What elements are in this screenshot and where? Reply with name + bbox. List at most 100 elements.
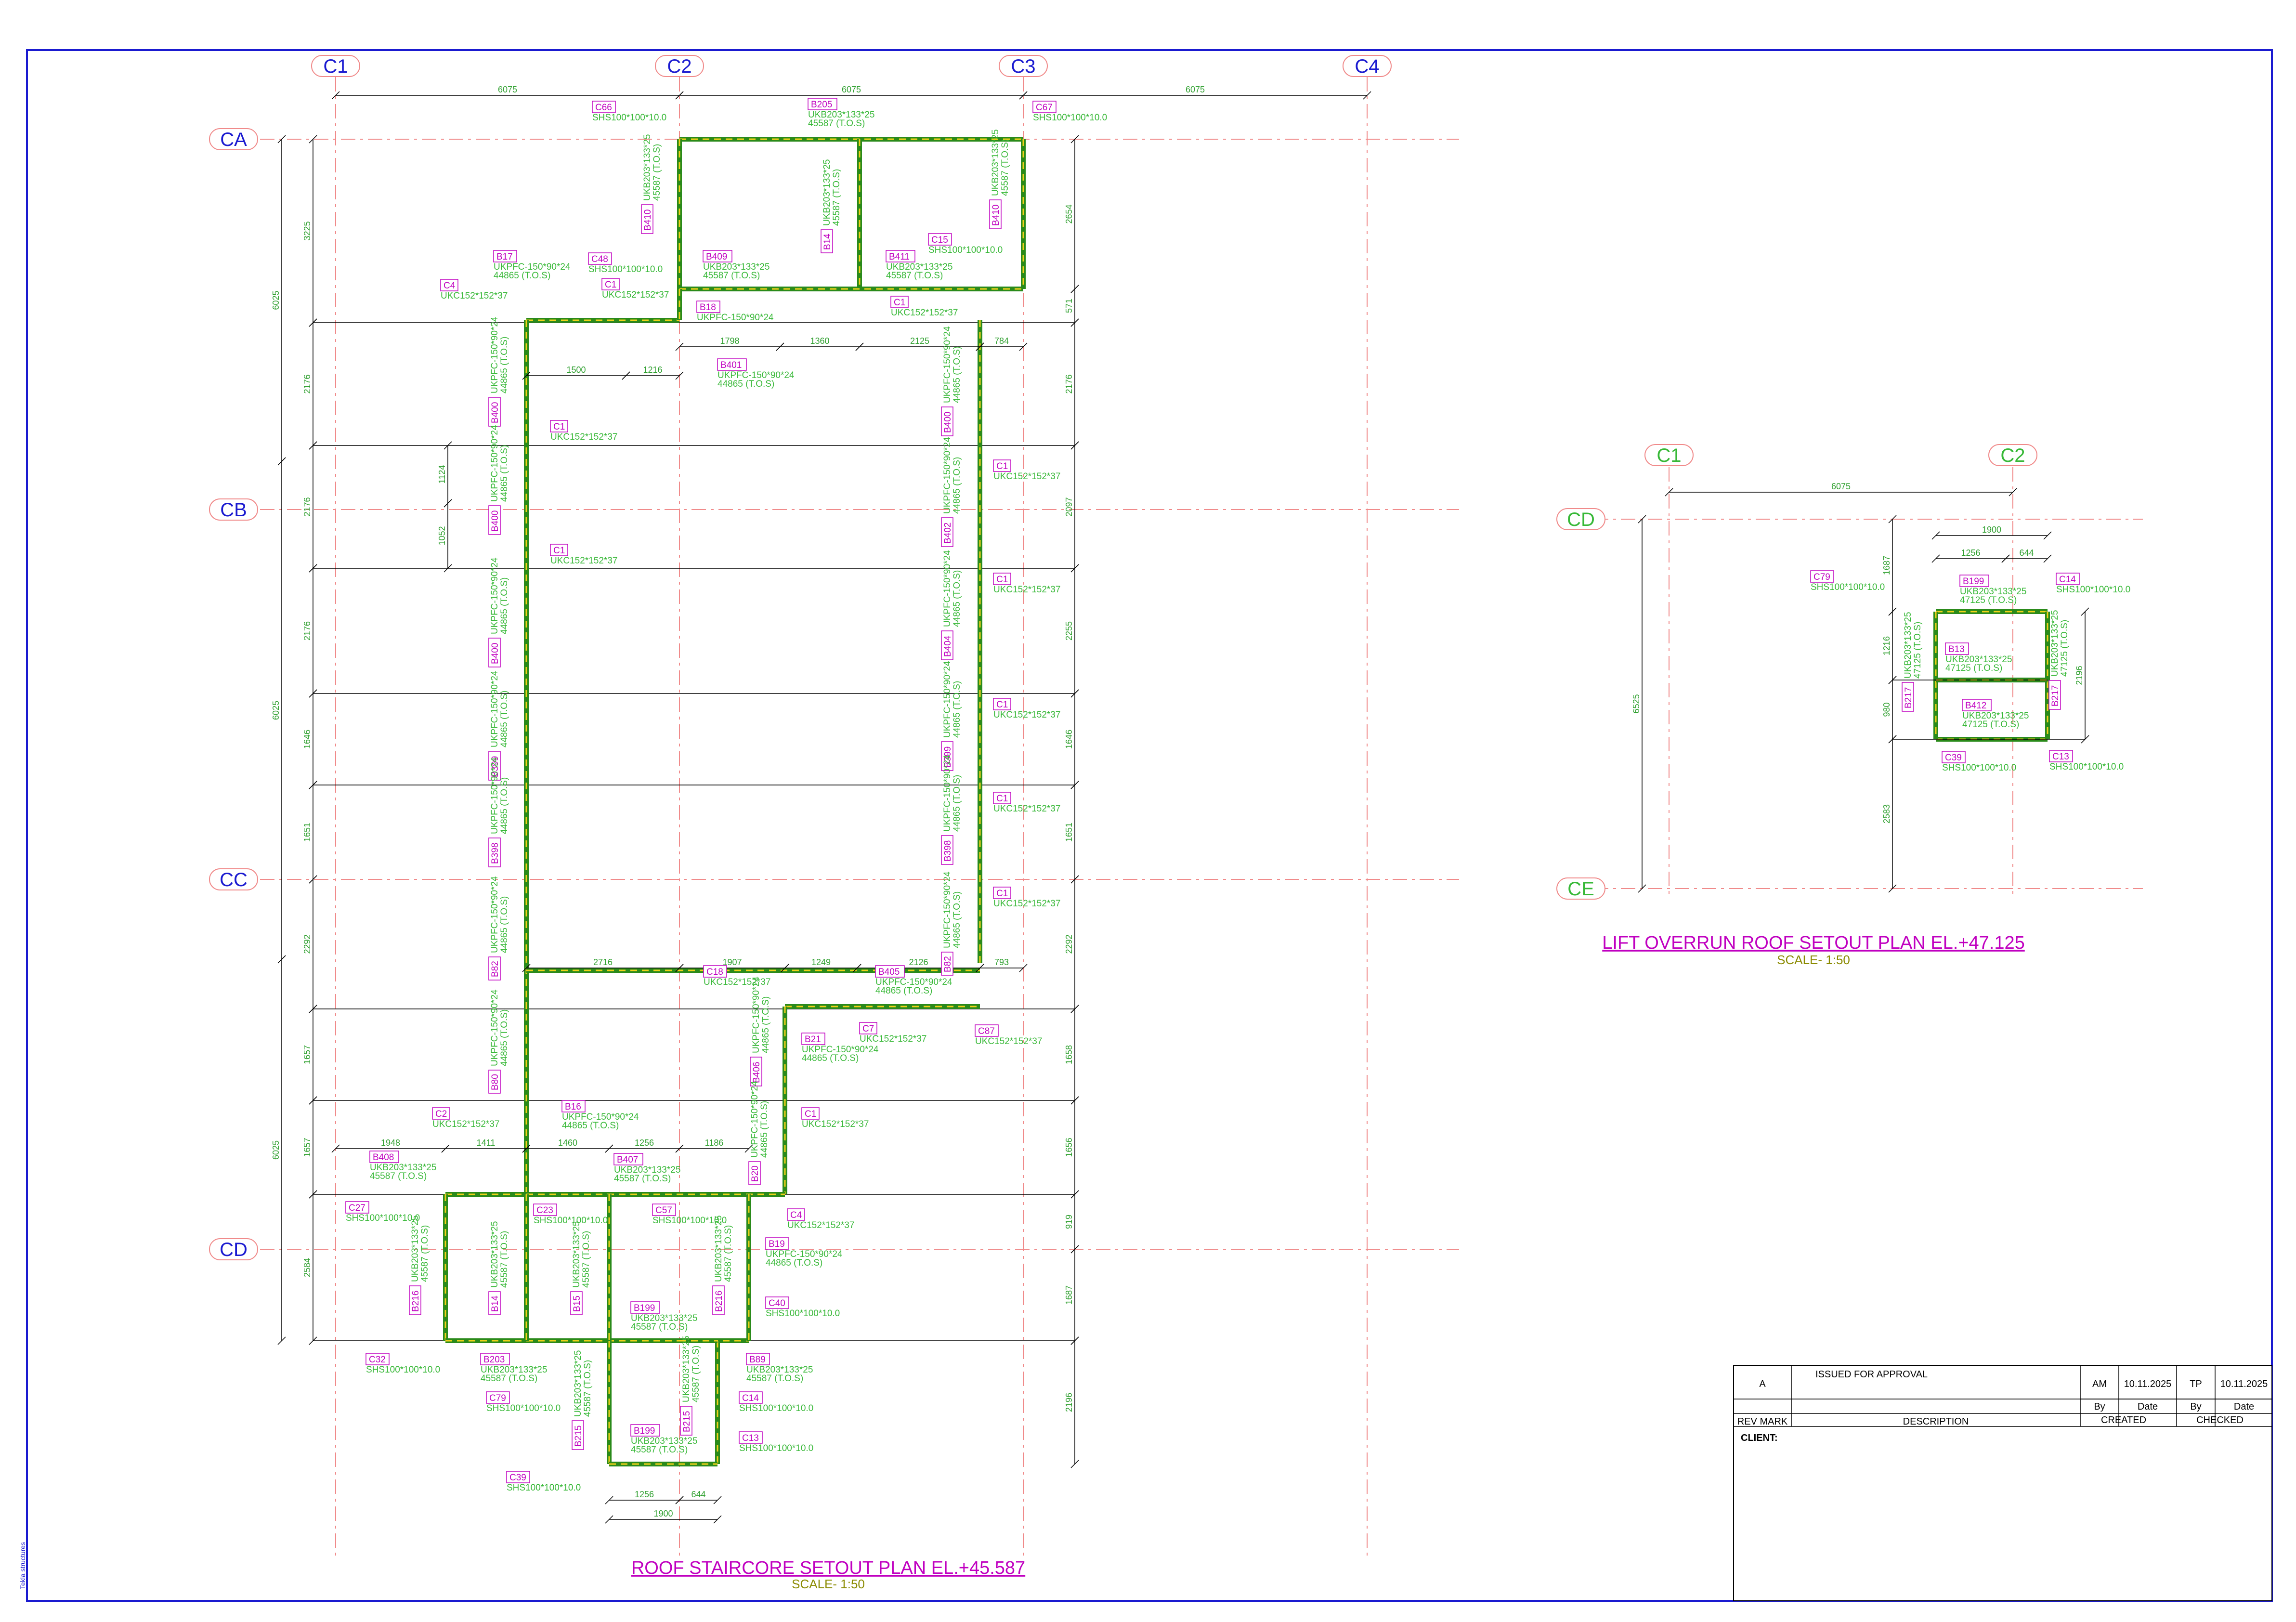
member-level: 47125 (T.O.S)	[1913, 622, 1923, 679]
member-tag: B412	[1965, 701, 1986, 711]
member-tag: C23	[536, 1205, 553, 1216]
inner-dim: 1798	[720, 336, 739, 346]
member-tag: B400	[490, 643, 500, 664]
right-dim: 1687	[1064, 1285, 1074, 1305]
member-level: 47125 (T.O.S)	[2060, 620, 2070, 677]
box-dim: 1687	[1882, 556, 1892, 575]
member-level: 44865 (T.O.S)	[562, 1121, 619, 1131]
description: ISSUED FOR APPROVAL	[1815, 1369, 1928, 1380]
member-section: SHS100*100*10.0	[739, 1403, 813, 1413]
member-level: 45587 (T.O.S)	[420, 1225, 430, 1282]
member-tag: B199	[634, 1303, 655, 1313]
checked-label: CHECKED	[2196, 1415, 2244, 1426]
member-tag: B408	[373, 1152, 394, 1163]
member-level: 44865 (T.O.S)	[499, 896, 509, 953]
member-section: SHS100*100*10.0	[1942, 763, 2016, 773]
member-level: 44865 (T.O.S)	[875, 986, 932, 996]
left-minor-dim: 2176	[302, 497, 312, 516]
by-label: By	[2094, 1401, 2105, 1412]
member-section: UKC152*152*37	[993, 585, 1060, 595]
grid-row-CB: CB	[220, 499, 247, 521]
member-tag: B400	[490, 402, 500, 423]
member-tag: C79	[1813, 572, 1830, 582]
grid-col-C2: C2	[667, 56, 691, 77]
member-level: 44865 (T.O.S)	[952, 346, 962, 403]
member-section: UKPFC-150*90*24	[697, 313, 774, 323]
member-tag: B17	[496, 252, 513, 262]
member-level: 44865 (T.O.S)	[802, 1053, 859, 1063]
member-tag: B82	[490, 961, 500, 977]
left-minor-dim: 2176	[302, 374, 312, 393]
left-minor-dim: 2292	[302, 934, 312, 954]
member-section: UKPFC-150*90*24	[490, 557, 500, 634]
client-label: CLIENT:	[1741, 1433, 1778, 1443]
member-tag: B82	[943, 956, 953, 972]
member-section: SHS100*100*10.0	[928, 245, 1003, 255]
member-tag: C4	[444, 281, 456, 291]
member-tag: C15	[931, 235, 948, 245]
member-level: 44865 (T.O.S)	[952, 775, 962, 832]
member-level: 45587 (T.O.S)	[631, 1322, 688, 1332]
member-level: 47125 (T.O.S)	[1945, 663, 2002, 673]
member-tag: C48	[591, 254, 608, 264]
left-minor-dim: 1646	[302, 730, 312, 749]
member-section: UKC152*152*37	[993, 804, 1060, 814]
member-level: 45587 (T.O.S)	[583, 1360, 593, 1417]
box-dim: 2196	[2074, 666, 2084, 685]
date-label: Date	[2138, 1401, 2158, 1412]
right-dim: 2097	[1064, 497, 1074, 516]
member-level: 45587 (T.O.S)	[886, 271, 943, 281]
member-tag: B411	[889, 252, 910, 262]
member-tag: B19	[769, 1239, 785, 1249]
member-section: UKC152*152*37	[993, 899, 1060, 909]
member-level: 44865 (T.O.S)	[499, 1009, 509, 1066]
member-tag: C1	[996, 575, 1008, 585]
member-section: UKC152*152*37	[550, 556, 617, 566]
inner-dim: 784	[994, 336, 1009, 346]
member-tag: C14	[742, 1393, 759, 1403]
member-section: UKC152*152*37	[860, 1034, 926, 1044]
member-section: UKC152*152*37	[550, 432, 617, 442]
member-section: UKB203*133*25	[642, 134, 652, 201]
top-dim: 6075	[1831, 482, 1851, 491]
inner-dim: 644	[691, 1490, 705, 1499]
inner-dim: 2125	[910, 336, 929, 346]
by-label: By	[2190, 1401, 2201, 1412]
member-tag: B407	[617, 1155, 638, 1165]
member-level: 47125 (T.O.S)	[1962, 719, 2019, 730]
title-block: A ISSUED FOR APPROVAL AM 10.11.2025 TP 10.11.…	[1733, 1365, 2272, 1601]
inner-dim: 1186	[705, 1138, 724, 1148]
checked-by: TP	[2190, 1379, 2202, 1389]
member-section: SHS100*100*10.0	[766, 1308, 840, 1319]
member-level: 45587 (T.O.S)	[703, 271, 760, 281]
grid-row-CE: CE	[1567, 878, 1594, 900]
top-dim: 6075	[842, 85, 861, 94]
member-section: SHS100*100*10.0	[366, 1365, 440, 1375]
member-level: 45587 (T.O.S)	[481, 1373, 537, 1384]
grid-row-CA: CA	[220, 129, 247, 150]
right-dim: 1656	[1064, 1138, 1074, 1157]
member-tag: B404	[943, 635, 953, 657]
box-dim: 2583	[1882, 804, 1892, 824]
member-section: UKB203*133*25	[2050, 610, 2060, 677]
member-tag: C4	[790, 1210, 802, 1220]
member-tag: B80	[490, 1074, 500, 1090]
member-tag: C87	[978, 1026, 995, 1036]
box-dim: 1256	[1961, 548, 1980, 558]
member-level: 45587 (T.O.S)	[723, 1225, 733, 1282]
member-section: UKPFC-150*90*24	[490, 670, 500, 747]
member-level: 44865 (T.O.S)	[499, 691, 509, 747]
left-minor-dim: 1657	[302, 1045, 312, 1064]
inner-dim: 1249	[811, 957, 831, 967]
member-tag: B18	[700, 302, 716, 313]
member-tag: C39	[509, 1473, 526, 1483]
member-tag: C13	[2052, 752, 2069, 762]
inner-dim: 1256	[635, 1490, 654, 1499]
date-label: Date	[2234, 1401, 2254, 1412]
left-minor-dim: 1657	[302, 1138, 312, 1157]
right-dim: 1646	[1064, 730, 1074, 749]
member-tag: B409	[706, 252, 727, 262]
member-section: SHS100*100*10.0	[346, 1213, 420, 1223]
member-tag: C7	[862, 1024, 874, 1034]
member-section: UKPFC-150*90*24	[942, 326, 952, 403]
